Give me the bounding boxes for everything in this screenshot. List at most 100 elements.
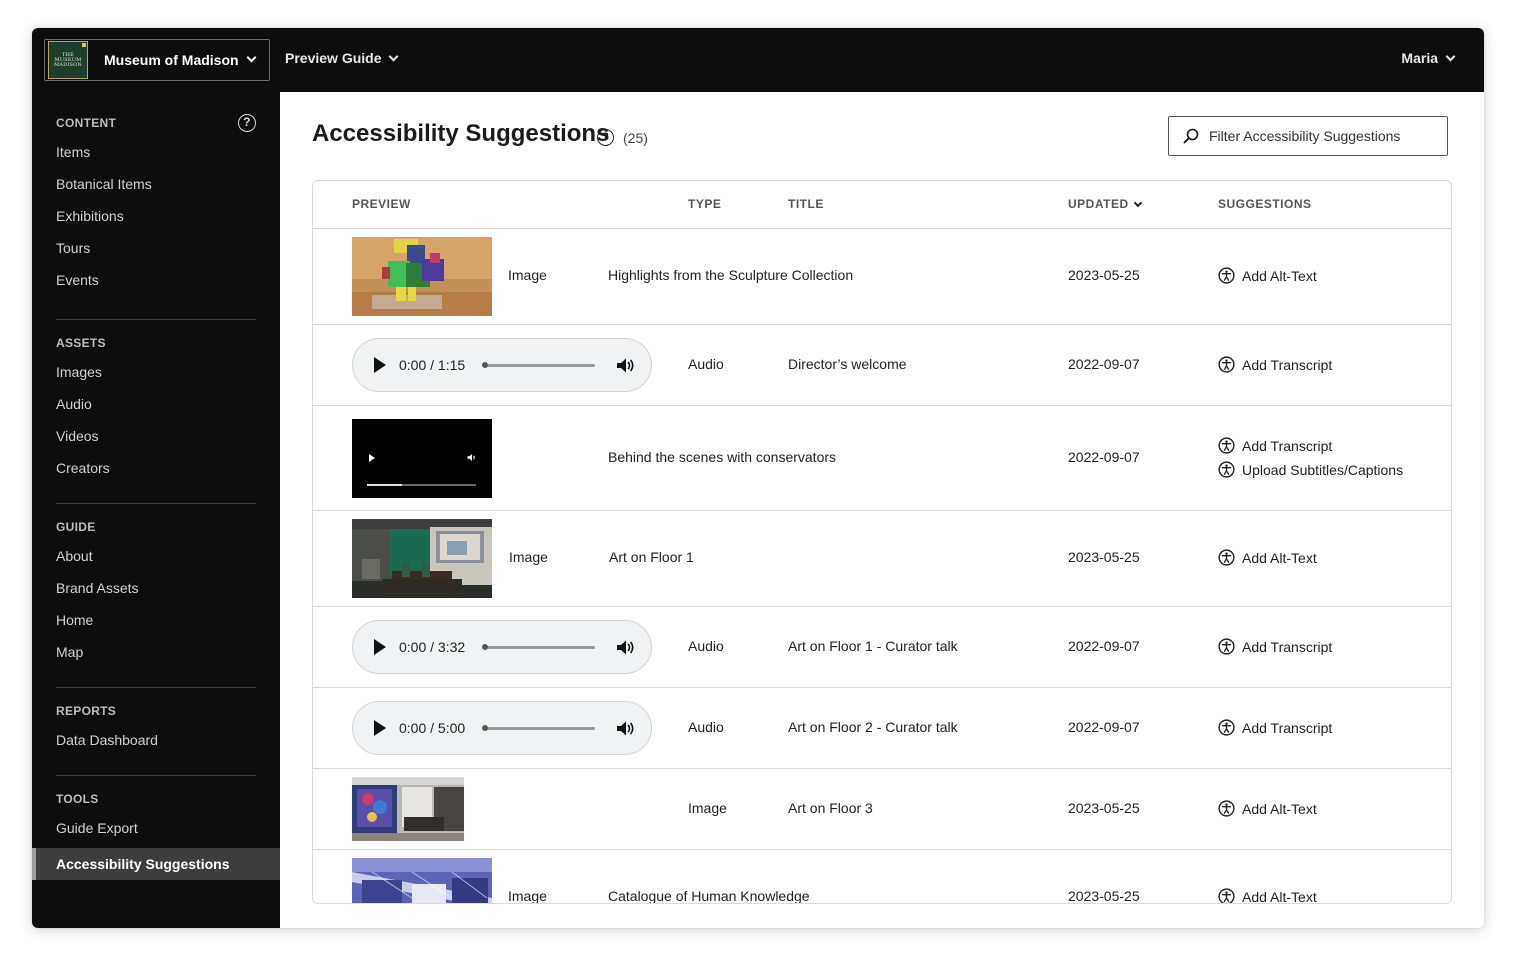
play-icon[interactable]: [369, 454, 375, 462]
accessibility-icon: [1218, 800, 1235, 817]
user-name: Maria: [1401, 50, 1438, 66]
row-updated: 2023-05-25: [1068, 888, 1140, 904]
video-player[interactable]: [352, 419, 492, 498]
row-title: Art on Floor 2 - Curator talk: [788, 719, 958, 735]
sidebar-item-images[interactable]: Images: [56, 356, 256, 388]
divider: [56, 319, 256, 320]
divider: [56, 775, 256, 776]
sidebar-item-home[interactable]: Home: [56, 604, 256, 636]
row-title: Director’s welcome: [788, 356, 907, 372]
library-thumbnail[interactable]: [352, 858, 492, 904]
sidebar-item-events[interactable]: Events: [56, 264, 256, 296]
sidebar-item-exhibitions[interactable]: Exhibitions: [56, 200, 256, 232]
accessibility-icon: [1218, 888, 1235, 904]
chevron-down-icon: [389, 51, 399, 62]
volume-icon[interactable]: [467, 453, 477, 462]
sidebar-item-tours[interactable]: Tours: [56, 232, 256, 264]
suggestion-label: Add Transcript: [1242, 356, 1333, 373]
floor3-thumbnail[interactable]: [352, 777, 464, 841]
row-title: Highlights from the Sculpture Collection: [608, 267, 854, 283]
app-window: THE MUSEUM MADISON Museum of Madison Pre…: [32, 28, 1484, 928]
row-title: Art on Floor 1: [609, 549, 694, 565]
row-title: Catalogue of Human Knowledge: [608, 888, 810, 904]
column-header-title: TITLE: [788, 197, 824, 211]
accessibility-icon: [1218, 461, 1235, 478]
sidebar-section-guide: GUIDE About Brand Assets Home Map: [56, 517, 256, 668]
upload-subtitles-link[interactable]: Upload Subtitles/Captions: [1218, 461, 1403, 478]
audio-progress-slider[interactable]: [482, 644, 595, 650]
audio-progress-slider[interactable]: [482, 725, 595, 731]
sidebar-item-map[interactable]: Map: [56, 636, 256, 668]
add-alt-text-link[interactable]: Add Alt-Text: [1218, 549, 1317, 566]
row-type: Audio: [688, 719, 724, 735]
sidebar-item-brand-assets[interactable]: Brand Assets: [56, 572, 256, 604]
sidebar-section-tools: TOOLS Guide Export: [56, 789, 256, 844]
section-heading: ASSETS: [56, 336, 106, 350]
user-menu[interactable]: Maria: [1401, 50, 1456, 66]
preview-guide-menu[interactable]: Preview Guide: [285, 50, 399, 66]
sidebar-item-botanical-items[interactable]: Botanical Items: [56, 168, 256, 200]
table-row: 0:00 / 1:15 Audio Director’s welcome 202…: [313, 325, 1451, 406]
column-header-updated-label: UPDATED: [1068, 197, 1129, 211]
accessibility-icon: [1218, 356, 1235, 373]
sculpture-thumbnail[interactable]: [352, 237, 492, 316]
sidebar: CONTENT ? Items Botanical Items Exhibiti…: [32, 92, 280, 928]
sidebar-item-about[interactable]: About: [56, 540, 256, 572]
filter-input[interactable]: [1209, 128, 1429, 144]
add-transcript-link[interactable]: Add Transcript: [1218, 356, 1332, 373]
row-type: Image: [508, 888, 547, 904]
filter-search-box[interactable]: [1168, 116, 1448, 156]
column-header-updated[interactable]: UPDATED: [1068, 197, 1142, 211]
row-title: Art on Floor 1 - Curator talk: [788, 638, 958, 654]
video-progress-bar[interactable]: [367, 484, 476, 486]
row-updated: 2023-05-25: [1068, 800, 1140, 816]
play-icon[interactable]: [374, 720, 386, 736]
row-type: Image: [509, 549, 548, 565]
add-transcript-link[interactable]: Add Transcript: [1218, 638, 1332, 655]
table-row: Behind the scenes with conservators 2022…: [313, 406, 1451, 511]
sidebar-item-videos[interactable]: Videos: [56, 420, 256, 452]
suggestion-label: Add Alt-Text: [1242, 549, 1317, 566]
volume-icon[interactable]: [616, 639, 636, 656]
volume-icon[interactable]: [616, 357, 636, 374]
audio-time: 0:00 / 1:15: [399, 357, 466, 373]
help-icon[interactable]: ?: [597, 129, 614, 146]
divider: [56, 687, 256, 688]
play-icon[interactable]: [374, 357, 386, 373]
search-icon: [1183, 128, 1199, 144]
row-title: Art on Floor 3: [788, 800, 873, 816]
row-updated: 2022-09-07: [1068, 719, 1140, 735]
add-alt-text-link[interactable]: Add Alt-Text: [1218, 267, 1317, 284]
accessibility-icon: [1218, 638, 1235, 655]
row-type: Image: [688, 800, 727, 816]
sidebar-item-items[interactable]: Items: [56, 136, 256, 168]
audio-player: 0:00 / 3:32: [352, 620, 652, 674]
audio-player: 0:00 / 5:00: [352, 701, 652, 755]
suggestions-table: PREVIEW TYPE TITLE UPDATED SUGGESTIONS I…: [312, 180, 1452, 904]
row-title: Behind the scenes with conservators: [608, 449, 837, 465]
sidebar-item-data-dashboard[interactable]: Data Dashboard: [56, 724, 256, 756]
section-heading: GUIDE: [56, 520, 96, 534]
sidebar-item-audio[interactable]: Audio: [56, 388, 256, 420]
sidebar-item-creators[interactable]: Creators: [56, 452, 256, 484]
add-transcript-link[interactable]: Add Transcript: [1218, 437, 1332, 454]
add-transcript-link[interactable]: Add Transcript: [1218, 719, 1332, 736]
row-updated: 2023-05-25: [1068, 549, 1140, 565]
sidebar-section-reports: REPORTS Data Dashboard: [56, 701, 256, 756]
help-icon[interactable]: ?: [238, 114, 256, 132]
sidebar-item-guide-export[interactable]: Guide Export: [56, 812, 256, 844]
preview-guide-label: Preview Guide: [285, 50, 382, 66]
volume-icon[interactable]: [616, 720, 636, 737]
row-updated: 2023-05-25: [1068, 267, 1140, 283]
row-type: Audio: [688, 638, 724, 654]
add-alt-text-link[interactable]: Add Alt-Text: [1218, 888, 1317, 904]
audio-time: 0:00 / 5:00: [399, 720, 466, 736]
sidebar-item-accessibility-suggestions[interactable]: Accessibility Suggestions: [32, 848, 280, 880]
table-row: 0:00 / 5:00 Audio Art on Floor 2 - Curat…: [313, 688, 1451, 769]
gallery-room-thumbnail[interactable]: [352, 519, 492, 598]
organization-switcher[interactable]: THE MUSEUM MADISON Museum of Madison: [44, 39, 270, 81]
play-icon[interactable]: [374, 639, 386, 655]
section-heading: TOOLS: [56, 792, 99, 806]
add-alt-text-link[interactable]: Add Alt-Text: [1218, 800, 1317, 817]
audio-progress-slider[interactable]: [482, 362, 595, 368]
